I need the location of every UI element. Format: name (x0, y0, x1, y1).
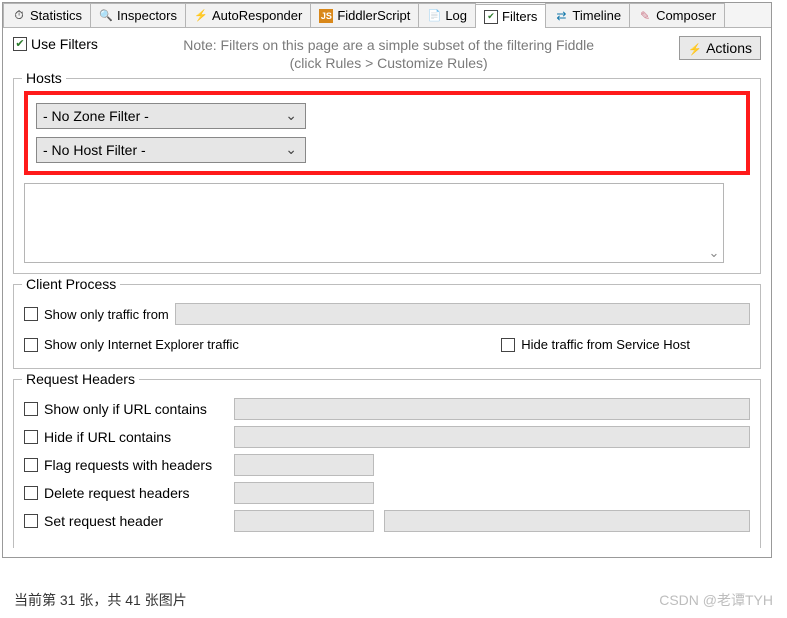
client-process-group: Client Process Show only traffic from Sh… (13, 284, 761, 369)
tab-label: Composer (656, 8, 716, 23)
label: Set request header (44, 513, 163, 529)
hosts-legend: Hosts (22, 70, 66, 86)
checkbox-checked-icon (484, 10, 498, 24)
watermark: CSDN @老谭TYH (659, 590, 773, 610)
set-header-name-input[interactable] (234, 510, 374, 532)
edit-icon (638, 9, 652, 23)
show-only-traffic-from-checkbox[interactable] (24, 307, 38, 321)
tab-label: AutoResponder (212, 8, 302, 23)
label: Show only Internet Explorer traffic (44, 337, 239, 352)
hide-if-url-checkbox[interactable] (24, 430, 38, 444)
bolt-icon (194, 9, 208, 23)
process-dropdown[interactable] (175, 303, 750, 325)
hide-if-url-input[interactable] (234, 426, 750, 448)
highlight-box: - No Zone Filter - - No Host Filter - (24, 91, 750, 175)
host-filter-dropdown[interactable]: - No Host Filter - (36, 137, 306, 163)
zone-filter-dropdown[interactable]: - No Zone Filter - (36, 103, 306, 129)
set-header-value-input[interactable] (384, 510, 750, 532)
filters-note: Note: Filters on this page are a simple … (114, 36, 663, 72)
js-icon: JS (319, 9, 333, 23)
hosts-group: Hosts - No Zone Filter - - No Host Filte… (13, 78, 761, 274)
tab-autoresponder[interactable]: AutoResponder (185, 3, 311, 27)
label: Delete request headers (44, 485, 190, 501)
checkbox-icon (13, 37, 27, 51)
show-only-ie-checkbox[interactable] (24, 338, 38, 352)
use-filters-label: Use Filters (31, 36, 98, 52)
filters-content: Use Filters Note: Filters on this page a… (3, 28, 771, 548)
lightning-icon (688, 40, 702, 56)
tab-label: Statistics (30, 8, 82, 23)
set-header-checkbox[interactable] (24, 514, 38, 528)
show-if-url-input[interactable] (234, 398, 750, 420)
tab-label: Filters (502, 9, 537, 24)
tab-timeline[interactable]: Timeline (545, 3, 630, 27)
tab-label: Inspectors (117, 8, 177, 23)
label: Hide if URL contains (44, 429, 171, 445)
delete-headers-checkbox[interactable] (24, 486, 38, 500)
chevron-down-icon[interactable]: ⌄ (707, 246, 721, 260)
tab-label: FiddlerScript (337, 8, 410, 23)
flag-headers-input[interactable] (234, 454, 374, 476)
document-icon (427, 9, 441, 23)
actions-label: Actions (706, 40, 752, 56)
tab-label: Timeline (572, 8, 621, 23)
actions-button[interactable]: Actions (679, 36, 761, 60)
label: Show only if URL contains (44, 401, 207, 417)
magnifier-icon (99, 9, 113, 23)
tab-fiddlerscript[interactable]: JS FiddlerScript (310, 3, 419, 27)
show-if-url-checkbox[interactable] (24, 402, 38, 416)
tab-filters[interactable]: Filters (475, 4, 546, 28)
tab-inspectors[interactable]: Inspectors (90, 3, 186, 27)
tab-strip: Statistics Inspectors AutoResponder JS Fi… (3, 3, 771, 28)
tab-log[interactable]: Log (418, 3, 476, 27)
hosts-textarea[interactable]: ⌄ (24, 183, 724, 263)
tab-composer[interactable]: Composer (629, 3, 725, 27)
request-headers-legend: Request Headers (22, 371, 139, 387)
page-counter: 当前第 31 张，共 41 张图片 (14, 590, 187, 610)
hide-service-host-checkbox[interactable] (501, 338, 515, 352)
clock-icon (12, 9, 26, 23)
client-process-legend: Client Process (22, 276, 120, 292)
label: Hide traffic from Service Host (521, 337, 690, 352)
request-headers-group: Request Headers Show only if URL contain… (13, 379, 761, 548)
use-filters-checkbox[interactable]: Use Filters (13, 36, 98, 52)
label: Flag requests with headers (44, 457, 212, 473)
flag-headers-checkbox[interactable] (24, 458, 38, 472)
delete-headers-input[interactable] (234, 482, 374, 504)
tab-statistics[interactable]: Statistics (3, 3, 91, 27)
tab-label: Log (445, 8, 467, 23)
label: Show only traffic from (44, 307, 169, 322)
fiddler-filters-panel: Statistics Inspectors AutoResponder JS Fi… (2, 2, 772, 558)
timeline-icon (554, 9, 568, 23)
